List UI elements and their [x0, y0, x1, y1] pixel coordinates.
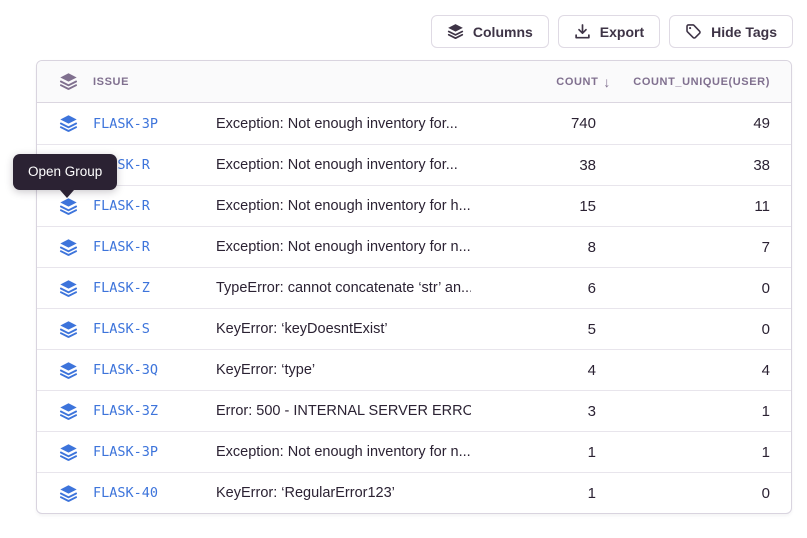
column-header-issue[interactable]: ISSUE [37, 72, 216, 91]
table-toolbar: Columns Export Hide Tags [431, 15, 793, 48]
count-unique-value: 11 [611, 198, 791, 215]
issue-cell: FLASK-R [37, 238, 216, 257]
open-group-icon[interactable] [59, 114, 78, 133]
count-unique-value: 1 [611, 403, 791, 420]
table-row: FLASK-R Exception: Not enough inventory … [37, 185, 791, 226]
open-group-icon[interactable] [59, 402, 78, 421]
count-value: 8 [471, 239, 611, 256]
tag-icon [685, 23, 702, 40]
count-unique-value: 7 [611, 239, 791, 256]
table-body: FLASK-3P Exception: Not enough inventory… [37, 103, 791, 513]
count-value: 1 [471, 444, 611, 461]
columns-button-label: Columns [473, 24, 533, 40]
count-value: 15 [471, 198, 611, 215]
open-group-icon[interactable] [59, 238, 78, 257]
table-row: FLASK-R Exception: Not enough inventory … [37, 226, 791, 267]
layers-icon [447, 23, 464, 40]
table-row: FLASK-S KeyError: ‘keyDoesntExist’ 5 0 [37, 308, 791, 349]
open-group-icon[interactable] [59, 361, 78, 380]
count-value: 6 [471, 280, 611, 297]
table-row: FLASK-3P Exception: Not enough inventory… [37, 431, 791, 472]
results-table: ISSUE COUNT ↓ COUNT_UNIQUE(USER) FLASK-3… [36, 60, 792, 514]
issue-link[interactable]: FLASK-40 [93, 485, 158, 501]
issue-link[interactable]: FLASK-3P [93, 444, 158, 460]
hide-tags-button-label: Hide Tags [711, 24, 777, 40]
open-group-icon[interactable] [59, 443, 78, 462]
column-header-count-unique[interactable]: COUNT_UNIQUE(USER) [611, 76, 791, 88]
issue-title: Exception: Not enough inventory for... [216, 157, 471, 173]
count-value: 3 [471, 403, 611, 420]
count-unique-value: 1 [611, 444, 791, 461]
issue-link[interactable]: FLASK-R [93, 239, 150, 255]
issue-title: Error: 500 - INTERNAL SERVER ERROR [216, 403, 471, 419]
export-button[interactable]: Export [558, 15, 660, 48]
issue-title: Exception: Not enough inventory for n... [216, 444, 471, 460]
table-row: FLASK-R Exception: Not enough inventory … [37, 144, 791, 185]
export-button-label: Export [600, 24, 644, 40]
count-value: 38 [471, 157, 611, 174]
issue-link[interactable]: FLASK-3Z [93, 403, 158, 419]
count-value: 4 [471, 362, 611, 379]
table-row: FLASK-3P Exception: Not enough inventory… [37, 103, 791, 144]
count-unique-value: 0 [611, 485, 791, 502]
sort-descending-icon: ↓ [603, 74, 611, 90]
issue-title: KeyError: ‘type’ [216, 362, 471, 378]
column-header-issue-label: ISSUE [93, 76, 129, 88]
issue-title: KeyError: ‘RegularError123’ [216, 485, 471, 501]
open-group-icon[interactable] [59, 197, 78, 216]
count-unique-value: 0 [611, 321, 791, 338]
issue-title: Exception: Not enough inventory for h... [216, 198, 471, 214]
column-header-count-unique-label: COUNT_UNIQUE(USER) [633, 76, 770, 88]
open-group-tooltip: Open Group [13, 154, 117, 190]
table-row: FLASK-Z TypeError: cannot concatenate ‘s… [37, 267, 791, 308]
table-row: FLASK-3Q KeyError: ‘type’ 4 4 [37, 349, 791, 390]
column-header-count[interactable]: COUNT ↓ [471, 74, 611, 90]
issue-cell: FLASK-Z [37, 279, 216, 298]
issue-title: KeyError: ‘keyDoesntExist’ [216, 321, 471, 337]
count-value: 5 [471, 321, 611, 338]
open-group-icon[interactable] [59, 320, 78, 339]
issue-cell: FLASK-40 [37, 484, 216, 503]
layers-icon [59, 72, 78, 91]
table-header-row: ISSUE COUNT ↓ COUNT_UNIQUE(USER) [37, 61, 791, 103]
issue-link[interactable]: FLASK-Z [93, 280, 150, 296]
count-unique-value: 38 [611, 157, 791, 174]
open-group-icon[interactable] [59, 484, 78, 503]
issue-title: Exception: Not enough inventory for... [216, 116, 471, 132]
issue-link[interactable]: FLASK-S [93, 321, 150, 337]
issue-title: TypeError: cannot concatenate ‘str’ an..… [216, 280, 471, 296]
issue-title: Exception: Not enough inventory for n... [216, 239, 471, 255]
columns-button[interactable]: Columns [431, 15, 549, 48]
column-header-count-label: COUNT [556, 76, 598, 88]
table-row: FLASK-40 KeyError: ‘RegularError123’ 1 0 [37, 472, 791, 513]
download-icon [574, 23, 591, 40]
issue-link[interactable]: FLASK-R [93, 198, 150, 214]
issue-cell: FLASK-3Q [37, 361, 216, 380]
issue-cell: FLASK-S [37, 320, 216, 339]
hide-tags-button[interactable]: Hide Tags [669, 15, 793, 48]
count-unique-value: 49 [611, 115, 791, 132]
count-value: 1 [471, 485, 611, 502]
open-group-icon[interactable] [59, 279, 78, 298]
issue-cell: FLASK-R [37, 197, 216, 216]
issue-link[interactable]: FLASK-3Q [93, 362, 158, 378]
table-row: FLASK-3Z Error: 500 - INTERNAL SERVER ER… [37, 390, 791, 431]
count-unique-value: 4 [611, 362, 791, 379]
issue-cell: FLASK-3P [37, 443, 216, 462]
issue-cell: FLASK-3P [37, 114, 216, 133]
issue-link[interactable]: FLASK-3P [93, 116, 158, 132]
count-unique-value: 0 [611, 280, 791, 297]
open-group-tooltip-label: Open Group [28, 164, 102, 179]
count-value: 740 [471, 115, 611, 132]
issue-cell: FLASK-3Z [37, 402, 216, 421]
